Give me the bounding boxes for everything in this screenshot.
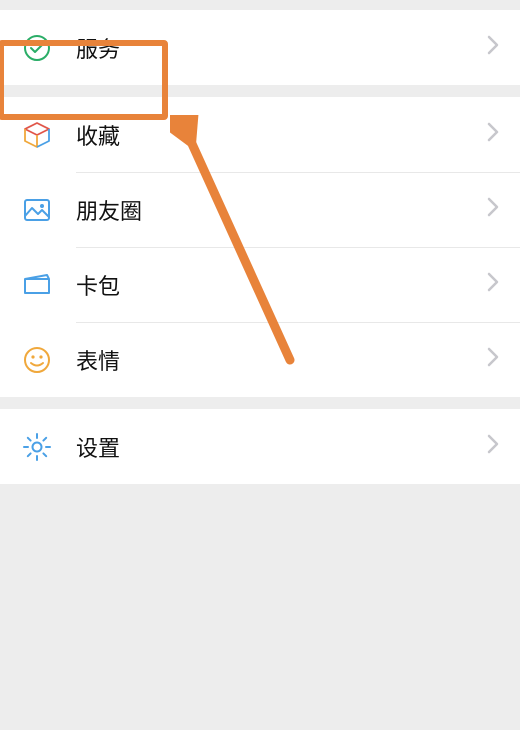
chevron-right-icon bbox=[486, 120, 500, 149]
menu-item-moments[interactable]: 朋友圈 bbox=[0, 172, 520, 247]
menu-section: 设置 bbox=[0, 409, 520, 484]
gear-icon bbox=[20, 430, 54, 464]
service-icon bbox=[20, 31, 54, 65]
menu-item-cards[interactable]: 卡包 bbox=[0, 247, 520, 322]
menu-item-label: 收藏 bbox=[76, 119, 486, 151]
cube-icon bbox=[20, 118, 54, 152]
chevron-right-icon bbox=[486, 195, 500, 224]
menu-item-settings[interactable]: 设置 bbox=[0, 409, 520, 484]
menu-item-label: 卡包 bbox=[76, 269, 486, 301]
menu-item-label: 朋友圈 bbox=[76, 194, 486, 226]
menu-item-stickers[interactable]: 表情 bbox=[0, 322, 520, 397]
chevron-right-icon bbox=[486, 432, 500, 461]
smile-icon bbox=[20, 343, 54, 377]
menu-item-label: 表情 bbox=[76, 344, 486, 376]
wallet-icon bbox=[20, 268, 54, 302]
menu-section: 收藏 朋友圈 bbox=[0, 97, 520, 397]
chevron-right-icon bbox=[486, 33, 500, 62]
photo-icon bbox=[20, 193, 54, 227]
menu-item-services[interactable]: 服务 bbox=[0, 10, 520, 85]
menu-item-favorites[interactable]: 收藏 bbox=[0, 97, 520, 172]
menu-item-label: 设置 bbox=[76, 431, 486, 463]
menu-item-label: 服务 bbox=[76, 32, 486, 64]
chevron-right-icon bbox=[486, 270, 500, 299]
menu-section: 服务 bbox=[0, 10, 520, 85]
chevron-right-icon bbox=[486, 345, 500, 374]
